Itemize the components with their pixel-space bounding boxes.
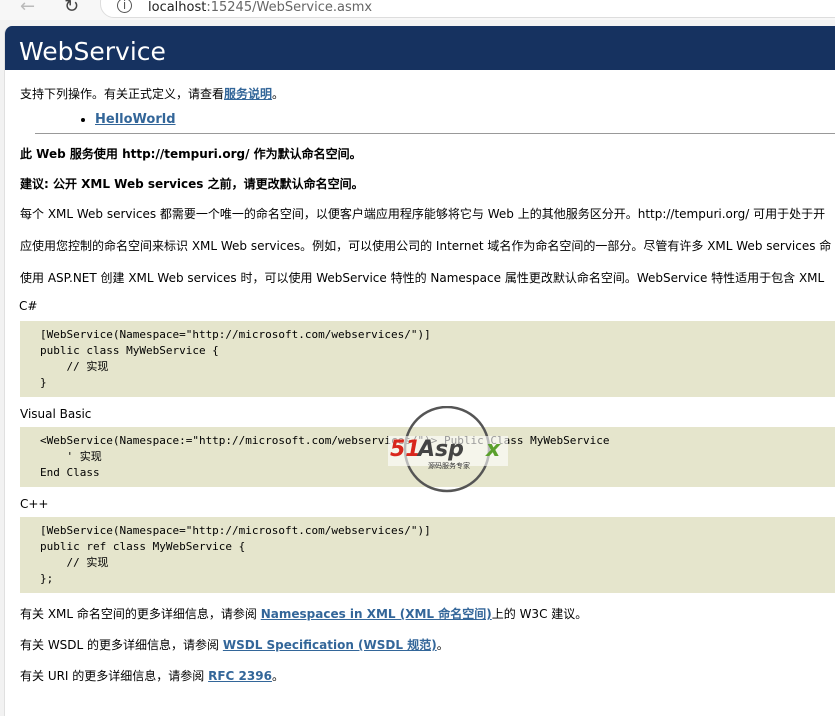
page-title: WebService — [5, 26, 835, 70]
namespaces-in-xml-link[interactable]: Namespaces in XML (XML 命名空间) — [261, 607, 492, 621]
sample-language: C# — [19, 299, 38, 313]
back-icon[interactable]: ← — [20, 0, 35, 17]
wsdl-spec-link[interactable]: WSDL Specification (WSDL 规范) — [223, 638, 437, 652]
sample-language: C++ — [20, 497, 49, 511]
url-path: :15245/WebService.asmx — [206, 0, 373, 15]
more-info: 有关 XML 命名空间的更多详细信息，请参阅 Namespaces in XML… — [20, 607, 588, 621]
default-namespace-notice: 此 Web 服务使用 http://tempuri.org/ 作为默认命名空间。 — [20, 147, 362, 161]
paragraph: 使用 ASP.NET 创建 XML Web services 时，可以使用 We… — [20, 271, 825, 285]
info-icon[interactable]: i — [117, 0, 132, 13]
divider — [35, 133, 835, 134]
service-description-link[interactable]: 服务说明 — [224, 87, 272, 101]
page: WebService 支持下列操作。有关正式定义，请查看服务说明。 HelloW… — [4, 26, 835, 716]
more-info: 有关 URI 的更多详细信息，请参阅 RFC 2396。 — [20, 669, 284, 683]
browser-toolbar: ← ↻ i localhost:15245/WebService.asmx — [0, 0, 835, 20]
paragraph: 应使用您控制的命名空间来标识 XML Web services。例如，可以使用公… — [20, 239, 832, 253]
url-host: localhost — [148, 0, 207, 15]
address-bar[interactable]: i localhost:15245/WebService.asmx — [100, 0, 835, 18]
more-info: 有关 WSDL 的更多详细信息，请参阅 WSDL Specification (… — [20, 638, 449, 652]
intro-text: 支持下列操作。有关正式定义，请查看服务说明。 — [20, 87, 285, 101]
code-sample-csharp: [WebService(Namespace="http://microsoft.… — [20, 321, 835, 397]
recommendation: 建议: 公开 XML Web services 之前，请更改默认命名空间。 — [20, 177, 364, 191]
operation-item: HelloWorld — [95, 112, 835, 127]
watermark-logo: 51 Asp x 源码服务专家 — [388, 406, 508, 493]
code-sample-cpp: [WebService(Namespace="http://microsoft.… — [20, 517, 835, 593]
svg-text:Asp: Asp — [416, 437, 464, 462]
svg-text:源码服务专家: 源码服务专家 — [428, 461, 470, 470]
paragraph: 每个 XML Web services 都需要一个唯一的命名空间，以便客户端应用… — [20, 207, 826, 221]
operation-link-helloworld[interactable]: HelloWorld — [95, 112, 176, 127]
svg-text:51: 51 — [390, 437, 421, 462]
reload-icon[interactable]: ↻ — [64, 0, 79, 17]
svg-text:x: x — [485, 437, 501, 462]
rfc-2396-link[interactable]: RFC 2396 — [208, 669, 272, 683]
